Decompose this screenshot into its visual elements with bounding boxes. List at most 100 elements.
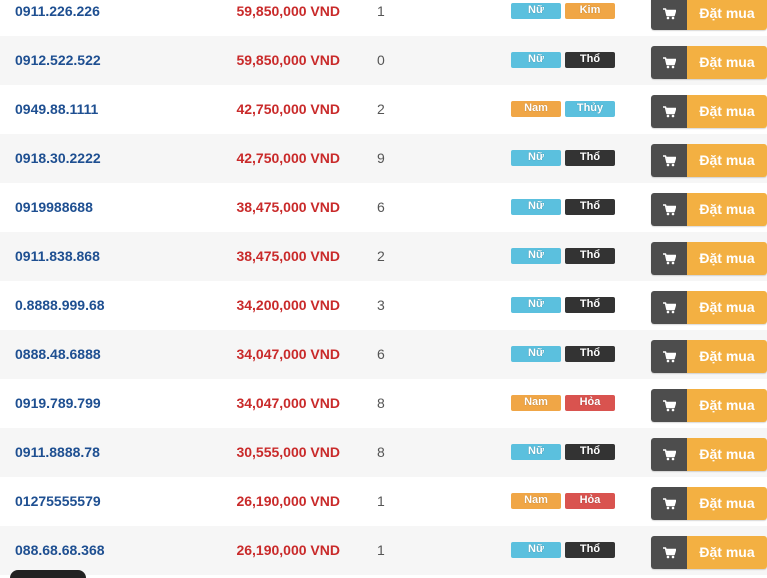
price-text: 34,047,000 VND [236,346,340,362]
gender-tag: Nữ [511,150,561,166]
price-text: 30,555,000 VND [236,444,340,460]
tag-group: Nữ Thổ [511,297,615,313]
score-text: 2 [377,248,385,264]
order-button-label: Đặt mua [687,291,767,324]
tag-group: Nam Thủy [511,101,615,117]
cart-icon [651,242,687,275]
gender-tag: Nam [511,395,561,411]
order-button[interactable]: Đặt mua [651,0,767,30]
element-tag: Thổ [565,444,615,460]
order-button[interactable]: Đặt mua [651,242,767,275]
price-text: 59,850,000 VND [236,3,340,19]
cart-icon [651,0,687,30]
score-text: 1 [377,3,385,19]
score-text: 1 [377,542,385,558]
order-button[interactable]: Đặt mua [651,291,767,324]
table-row: 0888.48.6888 34,047,000 VND 6 Nữ Thổ Đặt… [0,330,767,379]
score-text: 8 [377,444,385,460]
table-row: 088.68.68.368 26,190,000 VND 1 Nữ Thổ Đặ… [0,526,767,575]
order-button[interactable]: Đặt mua [651,536,767,569]
gender-tag: Nữ [511,3,561,19]
sim-number-table: 0911.226.226 59,850,000 VND 1 Nữ Kim Đặt… [0,0,767,575]
price-text: 38,475,000 VND [236,199,340,215]
table-row: 0919988688 38,475,000 VND 6 Nữ Thổ Đặt m… [0,183,767,232]
element-tag: Thổ [565,542,615,558]
score-text: 0 [377,52,385,68]
element-tag: Thủy [565,101,615,117]
cart-icon [651,291,687,324]
tag-group: Nữ Thổ [511,542,615,558]
price-text: 34,200,000 VND [236,297,340,313]
order-button-label: Đặt mua [687,536,767,569]
score-text: 6 [377,199,385,215]
gender-tag: Nữ [511,52,561,68]
price-text: 26,190,000 VND [236,542,340,558]
element-tag: Hỏa [565,493,615,509]
price-text: 26,190,000 VND [236,493,340,509]
order-button-label: Đặt mua [687,340,767,373]
element-tag: Kim [565,3,615,19]
cart-icon [651,144,687,177]
order-button-label: Đặt mua [687,438,767,471]
tag-group: Nữ Thổ [511,346,615,362]
tag-group: Nữ Thổ [511,444,615,460]
gender-tag: Nữ [511,444,561,460]
tag-group: Nữ Thổ [511,150,615,166]
element-tag: Thổ [565,248,615,264]
order-button[interactable]: Đặt mua [651,438,767,471]
cart-icon [651,340,687,373]
tag-group: Nam Hỏa [511,493,615,509]
cart-icon [651,95,687,128]
gender-tag: Nữ [511,199,561,215]
gender-tag: Nữ [511,542,561,558]
order-button[interactable]: Đặt mua [651,144,767,177]
score-text: 6 [377,346,385,362]
cart-icon [651,536,687,569]
order-button-label: Đặt mua [687,389,767,422]
gender-tag: Nữ [511,346,561,362]
table-row: 0919.789.799 34,047,000 VND 8 Nam Hỏa Đặ… [0,379,767,428]
gender-tag: Nữ [511,297,561,313]
order-button-label: Đặt mua [687,144,767,177]
element-tag: Thổ [565,199,615,215]
order-button[interactable]: Đặt mua [651,46,767,79]
price-text: 34,047,000 VND [236,395,340,411]
order-button[interactable]: Đặt mua [651,95,767,128]
table-row: 0912.522.522 59,850,000 VND 0 Nữ Thổ Đặt… [0,36,767,85]
cart-icon [651,389,687,422]
score-text: 2 [377,101,385,117]
table-row: 01275555579 26,190,000 VND 1 Nam Hỏa Đặt… [0,477,767,526]
element-tag: Hỏa [565,395,615,411]
order-button[interactable]: Đặt mua [651,340,767,373]
cart-icon [651,487,687,520]
order-button-label: Đặt mua [687,95,767,128]
tag-group: Nữ Thổ [511,52,615,68]
price-text: 42,750,000 VND [236,101,340,117]
cart-icon [651,193,687,226]
price-text: 42,750,000 VND [236,150,340,166]
tag-group: Nữ Thổ [511,199,615,215]
table-row: 0949.88.1111 42,750,000 VND 2 Nam Thủy Đ… [0,85,767,134]
table-row: 0911.838.868 38,475,000 VND 2 Nữ Thổ Đặt… [0,232,767,281]
score-text: 8 [377,395,385,411]
element-tag: Thổ [565,150,615,166]
order-button-label: Đặt mua [687,0,767,30]
score-text: 9 [377,150,385,166]
table-row: 0918.30.2222 42,750,000 VND 9 Nữ Thổ Đặt… [0,134,767,183]
order-button[interactable]: Đặt mua [651,487,767,520]
cart-icon [651,438,687,471]
cart-icon [651,46,687,79]
order-button-label: Đặt mua [687,242,767,275]
element-tag: Thổ [565,346,615,362]
order-button[interactable]: Đặt mua [651,193,767,226]
tag-group: Nữ Thổ [511,248,615,264]
order-button[interactable]: Đặt mua [651,389,767,422]
element-tag: Thổ [565,297,615,313]
gender-tag: Nam [511,101,561,117]
table-row: 0911.226.226 59,850,000 VND 1 Nữ Kim Đặt… [0,0,767,36]
score-text: 3 [377,297,385,313]
tag-group: Nữ Kim [511,3,615,19]
gender-tag: Nữ [511,248,561,264]
element-tag: Thổ [565,52,615,68]
gender-tag: Nam [511,493,561,509]
